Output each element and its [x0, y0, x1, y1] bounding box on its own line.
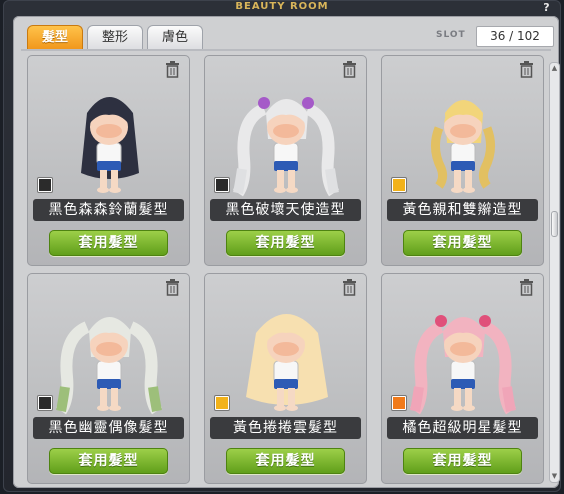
character-preview [246, 314, 328, 411]
scroll-up-arrow-icon[interactable]: ▲ [550, 64, 559, 73]
style-card[interactable]: 黑色幽靈偶像髮型 套用髮型 [27, 273, 190, 484]
scroll-down-arrow-icon[interactable]: ▼ [550, 472, 559, 481]
character-preview [431, 100, 495, 193]
scrollbar[interactable]: ▲ ▼ [549, 62, 560, 483]
style-card[interactable]: 黑色破壞天使造型 套用髮型 [204, 55, 367, 266]
color-swatch [215, 178, 229, 192]
color-swatch [392, 396, 406, 410]
style-name: 黃色捲捲雲髮型 [210, 417, 361, 439]
style-card[interactable]: 橘色超級明星髮型 套用髮型 [381, 273, 544, 484]
character-preview [232, 97, 340, 197]
apply-hair-button[interactable]: 套用髮型 [226, 448, 345, 474]
slot-counter: 36 / 102 [476, 26, 554, 47]
color-swatch [38, 178, 52, 192]
apply-hair-button[interactable]: 套用髮型 [403, 230, 522, 256]
apply-hair-button[interactable]: 套用髮型 [49, 230, 168, 256]
color-swatch [38, 396, 52, 410]
beauty-room-window: BEAUTY ROOM ? 髮型 整形 膚色 SLOT 36 / 102 黑色森… [3, 0, 561, 492]
tab-face[interactable]: 整形 [87, 25, 143, 50]
character-preview [409, 315, 517, 415]
tab-hair[interactable]: 髮型 [27, 25, 83, 50]
window-title: BEAUTY ROOM [235, 1, 329, 12]
help-button[interactable]: ? [540, 1, 553, 14]
style-name: 黑色森森鈴蘭髮型 [33, 199, 184, 221]
apply-hair-button[interactable]: 套用髮型 [403, 448, 522, 474]
color-swatch [215, 396, 229, 410]
scrollbar-thumb[interactable] [551, 211, 558, 237]
style-grid: 黑色森森鈴蘭髮型 套用髮型 黑色破壞天使造型 套用髮型 黃色親和雙辮造型 套用髮… [27, 55, 545, 485]
apply-hair-button[interactable]: 套用髮型 [226, 230, 345, 256]
style-name: 黑色幽靈偶像髮型 [33, 417, 184, 439]
style-name: 黃色親和雙辮造型 [387, 199, 538, 221]
content-frame: 髮型 整形 膚色 SLOT 36 / 102 黑色森森鈴蘭髮型 套用髮型 黑色破… [13, 16, 560, 488]
style-card[interactable]: 黃色親和雙辮造型 套用髮型 [381, 55, 544, 266]
tab-skin[interactable]: 膚色 [147, 25, 203, 50]
apply-hair-button[interactable]: 套用髮型 [49, 448, 168, 474]
character-preview [81, 97, 139, 193]
color-swatch [392, 178, 406, 192]
style-card[interactable]: 黑色森森鈴蘭髮型 套用髮型 [27, 55, 190, 266]
character-preview [55, 317, 163, 415]
style-name: 橘色超級明星髮型 [387, 417, 538, 439]
tab-bar: 髮型 整形 膚色 [27, 25, 203, 50]
style-card[interactable]: 黃色捲捲雲髮型 套用髮型 [204, 273, 367, 484]
slot-label: SLOT [436, 30, 466, 40]
style-name: 黑色破壞天使造型 [210, 199, 361, 221]
